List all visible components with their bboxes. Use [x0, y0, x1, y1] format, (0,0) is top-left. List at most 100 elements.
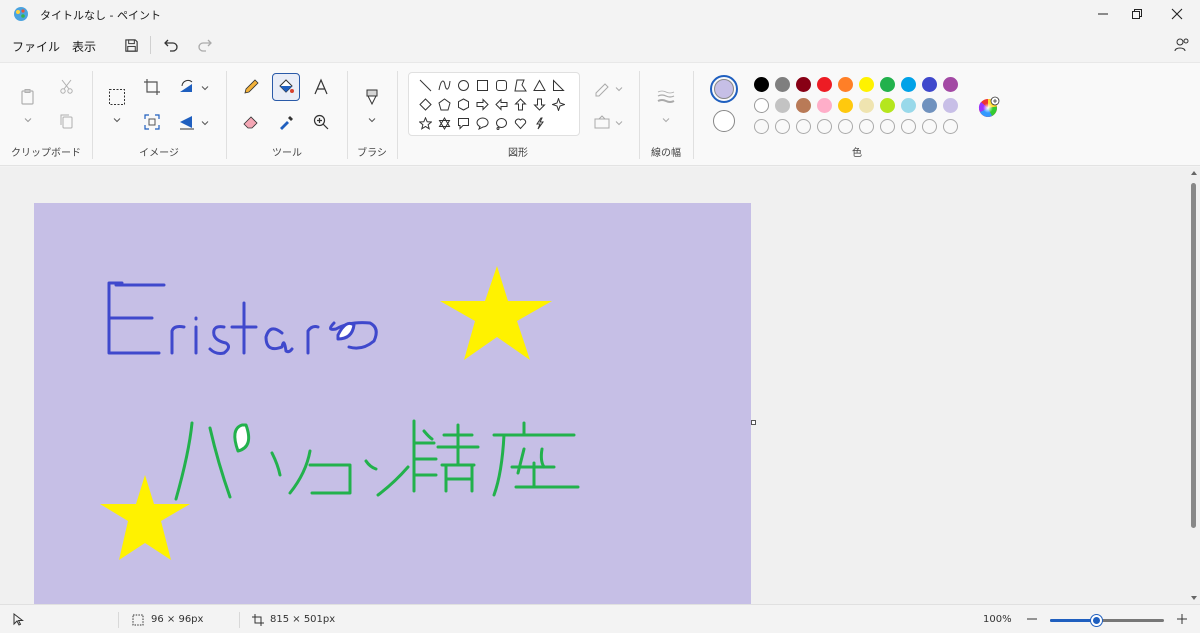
color-swatch[interactable] [838, 77, 853, 92]
undo-button[interactable] [159, 34, 183, 56]
paste-button[interactable] [14, 83, 42, 111]
outline-dropdown[interactable] [614, 84, 624, 94]
color-swatch[interactable] [859, 77, 874, 92]
custom-color-slot[interactable] [901, 119, 916, 134]
polygon-shape[interactable] [510, 75, 530, 95]
down-arrow-shape[interactable] [529, 94, 549, 114]
custom-color-slot[interactable] [775, 119, 790, 134]
custom-color-slot[interactable] [943, 119, 958, 134]
fill-button[interactable] [272, 73, 300, 101]
color-swatch[interactable] [943, 77, 958, 92]
up-arrow-shape[interactable] [510, 94, 530, 114]
redo-button[interactable] [193, 34, 217, 56]
resize-button[interactable] [138, 108, 166, 136]
color-swatch[interactable] [943, 98, 958, 113]
brush-button[interactable] [358, 83, 386, 111]
color-swatch[interactable] [817, 98, 832, 113]
cut-button[interactable] [53, 73, 81, 101]
lightning-shape[interactable] [529, 113, 549, 133]
shape-fill-dropdown[interactable] [614, 118, 624, 128]
color-swatch[interactable] [880, 98, 895, 113]
color-swatch[interactable] [754, 98, 769, 113]
eraser-button[interactable] [237, 108, 265, 136]
custom-color-slot[interactable] [838, 119, 853, 134]
magnifier-button[interactable] [307, 108, 335, 136]
close-button[interactable] [1154, 0, 1200, 28]
custom-color-slot[interactable] [859, 119, 874, 134]
file-menu[interactable]: ファイル [12, 38, 60, 55]
custom-color-slot[interactable] [754, 119, 769, 134]
hexagon-shape[interactable] [453, 94, 473, 114]
flip-button[interactable] [173, 108, 201, 136]
pentagon-shape[interactable] [434, 94, 454, 114]
zoom-slider-thumb[interactable] [1090, 615, 1102, 626]
scroll-down-icon[interactable] [1190, 594, 1198, 602]
color-swatch[interactable] [922, 77, 937, 92]
right-arrow-shape[interactable] [472, 94, 492, 114]
rect-callout-shape[interactable] [453, 113, 473, 133]
five-point-star-shape[interactable] [415, 113, 435, 133]
color-swatch[interactable] [775, 77, 790, 92]
color-1-selector[interactable] [710, 75, 738, 103]
left-arrow-shape[interactable] [491, 94, 511, 114]
four-point-star-shape[interactable] [548, 94, 568, 114]
curve-shape[interactable] [434, 75, 454, 95]
custom-color-slot[interactable] [817, 119, 832, 134]
size-dropdown[interactable] [661, 115, 671, 125]
color-swatch[interactable] [775, 98, 790, 113]
color-swatch[interactable] [901, 77, 916, 92]
line-shape[interactable] [415, 75, 435, 95]
custom-color-slot[interactable] [880, 119, 895, 134]
rounded-rectangle-shape[interactable] [491, 75, 511, 95]
color-swatch[interactable] [922, 98, 937, 113]
right-triangle-shape[interactable] [548, 75, 568, 95]
diamond-shape[interactable] [415, 94, 435, 114]
zoom-slider[interactable] [1050, 615, 1164, 626]
view-menu[interactable]: 表示 [72, 38, 96, 55]
save-button[interactable] [119, 34, 143, 56]
color-picker-button[interactable] [272, 108, 300, 136]
select-dropdown[interactable] [112, 115, 122, 125]
copy-button[interactable] [53, 108, 81, 136]
color-swatch[interactable] [796, 77, 811, 92]
triangle-shape[interactable] [529, 75, 549, 95]
color-swatch[interactable] [859, 98, 874, 113]
brush-dropdown[interactable] [367, 115, 377, 125]
crop-button[interactable] [138, 73, 166, 101]
flip-dropdown[interactable] [200, 118, 210, 128]
scroll-up-icon[interactable] [1190, 169, 1198, 177]
scrollbar-thumb[interactable] [1191, 183, 1196, 528]
color-swatch[interactable] [838, 98, 853, 113]
zoom-in-button[interactable] [1174, 610, 1190, 628]
cloud-callout-shape[interactable] [491, 113, 511, 133]
edit-colors-button[interactable] [978, 96, 1000, 118]
color-swatch[interactable] [754, 77, 769, 92]
color-swatch[interactable] [796, 98, 811, 113]
pencil-button[interactable] [237, 73, 265, 101]
hexagon-icon [457, 97, 469, 111]
shape-fill-button[interactable] [588, 108, 616, 136]
color-swatch[interactable] [901, 98, 916, 113]
rotate-button[interactable] [173, 73, 201, 101]
color-swatch[interactable] [817, 77, 832, 92]
share-button[interactable] [1170, 34, 1194, 56]
rotate-dropdown[interactable] [200, 83, 210, 93]
color-2-selector[interactable] [713, 110, 735, 132]
six-point-star-shape[interactable] [434, 113, 454, 133]
oval-shape[interactable] [453, 75, 473, 95]
oval-callout-shape[interactable] [472, 113, 492, 133]
zoom-out-button[interactable] [1024, 610, 1040, 628]
color-swatch[interactable] [880, 77, 895, 92]
size-button[interactable] [652, 83, 680, 111]
text-button[interactable] [307, 73, 335, 101]
vertical-scrollbar[interactable] [1188, 167, 1200, 604]
custom-color-slot[interactable] [796, 119, 811, 134]
heart-shape[interactable] [510, 113, 530, 133]
rectangle-shape[interactable] [472, 75, 492, 95]
drawing-canvas[interactable] [34, 203, 751, 604]
custom-color-slot[interactable] [922, 119, 937, 134]
outline-button[interactable] [588, 75, 616, 103]
paste-dropdown[interactable] [23, 115, 33, 125]
select-button[interactable] [103, 83, 131, 111]
canvas-resize-handle[interactable] [751, 420, 756, 425]
